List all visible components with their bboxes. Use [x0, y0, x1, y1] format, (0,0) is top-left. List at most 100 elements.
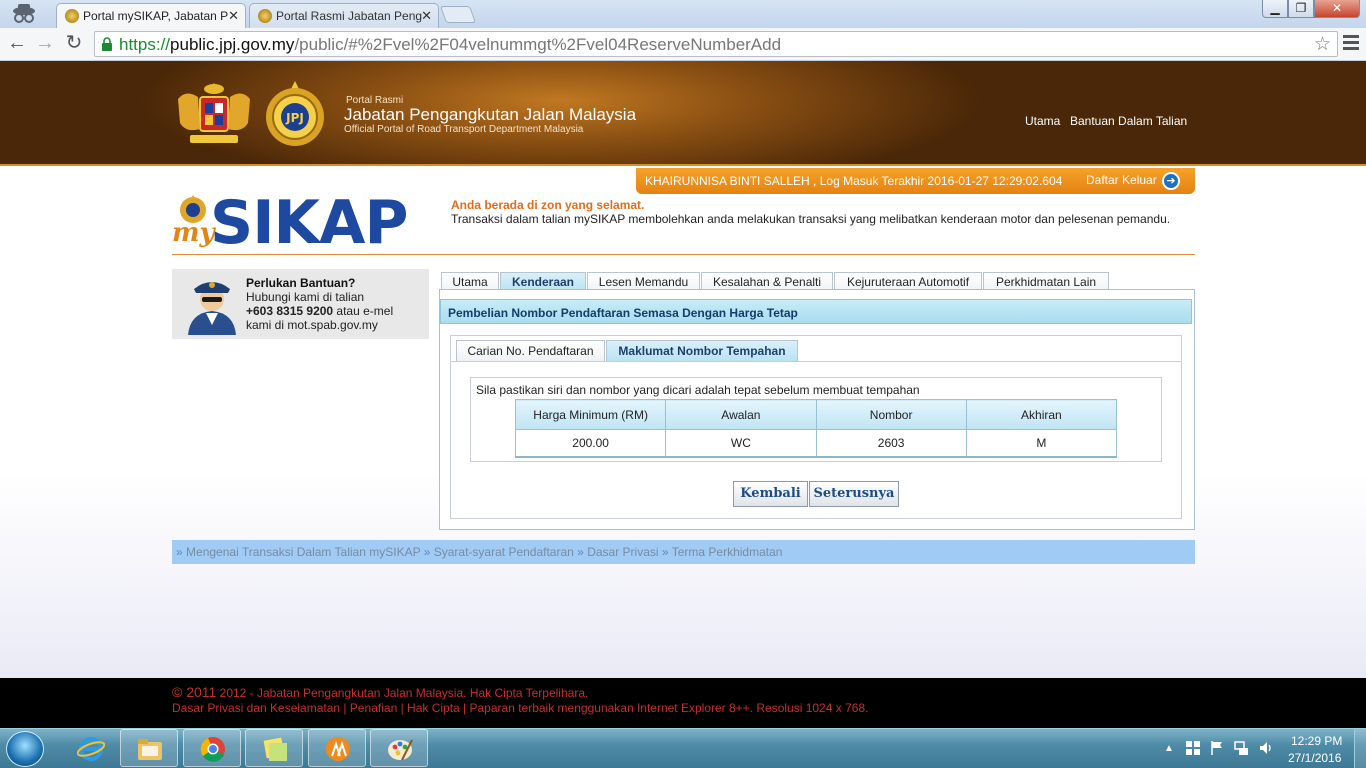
site-header: JPJ Portal Rasmi Jabatan Pengangkutan Ja…: [0, 61, 1366, 166]
tab-title: Portal mySIKAP, Jabatan P: [83, 9, 229, 23]
logout-link[interactable]: Daftar Keluar: [1086, 173, 1157, 187]
url-text: https://public.jpj.gov.my/public/#%2Fvel…: [119, 35, 781, 55]
browser-tabstrip: Portal mySIKAP, Jabatan P ✕ Portal Rasmi…: [0, 0, 1366, 28]
back-button[interactable]: ←: [5, 32, 29, 56]
browser-tab-mysikap[interactable]: Portal mySIKAP, Jabatan P ✕: [56, 3, 246, 28]
footer-link-syarat[interactable]: Syarat-syarat Pendaftaran: [434, 545, 574, 559]
help-line-2-suffix: atau e-mel: [333, 304, 394, 318]
logo-sikap-text: SIKAP: [210, 188, 408, 258]
secure-zone-text: Transaksi dalam talian mySIKAP membolehk…: [451, 212, 1171, 226]
footer-sep: »: [577, 545, 584, 559]
svg-text:JPJ: JPJ: [285, 111, 304, 125]
mysikap-logo: my SIKAP: [172, 188, 408, 258]
show-desktop-button[interactable]: [1354, 729, 1366, 768]
close-window-button[interactable]: ✕: [1314, 0, 1360, 18]
footer-sep: »: [423, 545, 431, 559]
header-link-bantuan[interactable]: Bantuan Dalam Talian: [1070, 114, 1187, 128]
copyright-line-2: Dasar Privasi dan Keselamatan | Penafian…: [172, 701, 869, 715]
file-explorer-icon: [138, 739, 162, 760]
taskbar-ie[interactable]: [61, 729, 119, 767]
subtab-maklumat-tempahan[interactable]: Maklumat Nombor Tempahan: [606, 340, 798, 362]
help-phone: +603 8315 9200: [246, 304, 334, 318]
url-scheme: https://: [119, 35, 171, 54]
minimize-button[interactable]: ▁: [1262, 0, 1288, 18]
action-center-flag-icon[interactable]: [1209, 740, 1225, 756]
confirm-text: Sila pastikan siri dan nombor yang dicar…: [476, 383, 920, 397]
copyright-line-1: © 2011 2012 - Jabatan Pengangkutan Jalan…: [172, 684, 588, 700]
tray-windows-icon[interactable]: [1185, 740, 1201, 756]
table-header-row: Harga Minimum (RM) Awalan Nombor Akhiran: [514, 399, 1118, 430]
help-line-3: kami di mot.spab.gov.my: [246, 318, 378, 332]
footer-link-privasi[interactable]: Dasar Privasi: [587, 545, 658, 559]
orange-app-icon: [326, 737, 350, 761]
col-akhiran: Akhiran: [965, 399, 1118, 430]
chrome-icon: [200, 737, 225, 762]
browser-tab-portal-rasmi[interactable]: Portal Rasmi Jabatan Peng ✕: [249, 3, 439, 28]
secure-zone-title: Anda berada di zon yang selamat.: [451, 198, 645, 212]
logout-arrow-icon[interactable]: ➔: [1162, 172, 1180, 190]
clock-time[interactable]: 12:29 PM: [1291, 734, 1342, 748]
jpj-favicon-icon: [65, 9, 79, 23]
subtab-carian[interactable]: Carian No. Pendaftaran: [456, 340, 605, 362]
header-divider: [172, 254, 1195, 255]
portal-title: Jabatan Pengangkutan Jalan Malaysia: [344, 105, 637, 124]
windows-start-button[interactable]: [6, 731, 44, 767]
cell-nombor: 2603: [815, 429, 967, 458]
logo-my-text: my: [172, 218, 215, 248]
url-host: public.jpj.gov.my: [170, 35, 295, 54]
taskbar-explorer[interactable]: [120, 729, 178, 767]
cell-harga: 200.00: [514, 429, 667, 458]
cell-akhiran: M: [965, 429, 1118, 458]
taskbar-chrome[interactable]: [183, 729, 241, 767]
cell-awalan: WC: [665, 429, 817, 458]
footer-link-mengenai[interactable]: Mengenai Transaksi Dalam Talian mySIKAP: [186, 545, 420, 559]
new-tab-button[interactable]: [439, 6, 477, 23]
header-link-utama[interactable]: Utama: [1025, 114, 1060, 128]
paint-icon: [388, 739, 413, 761]
jpj-crest-icon: JPJ: [266, 81, 324, 146]
browser-toolbar: ← → ↻ https://public.jpj.gov.my/public/#…: [0, 28, 1366, 61]
copyright-text: 2012 - Jabatan Pengangkutan Jalan Malays…: [216, 686, 589, 700]
taskbar-paint[interactable]: [370, 729, 428, 767]
copyright-year: © 2011: [172, 684, 217, 700]
network-icon[interactable]: [1233, 740, 1249, 756]
help-line-1: Hubungi kami di talian: [246, 290, 365, 304]
address-bar[interactable]: https://public.jpj.gov.my/public/#%2Fvel…: [94, 31, 1338, 57]
help-line-2: +603 8315 9200 atau e-mel: [246, 304, 393, 318]
subtab-divider: [451, 361, 1181, 362]
sticky-notes-icon: [263, 737, 287, 761]
col-awalan: Awalan: [665, 399, 817, 430]
jpj-favicon-icon: [258, 9, 272, 23]
tray-overflow-icon[interactable]: ▲: [1164, 743, 1174, 754]
user-session-info: KHAIRUNNISA BINTI SALLEH , Log Masuk Ter…: [645, 174, 1063, 188]
reload-button[interactable]: ↻: [62, 32, 86, 56]
footer-link-terma[interactable]: Terma Perkhidmatan: [672, 545, 783, 559]
close-tab-icon[interactable]: ✕: [228, 8, 239, 24]
tab-title: Portal Rasmi Jabatan Peng: [276, 9, 423, 23]
browser-menu-icon[interactable]: [1343, 35, 1359, 53]
col-harga-minimum: Harga Minimum (RM): [514, 399, 667, 430]
lock-icon: [102, 37, 112, 51]
panel-title: Pembelian Nombor Pendaftaran Semasa Deng…: [440, 299, 1192, 324]
url-path: /public/#%2Fvel%2F04velnummgt%2Fvel04Res…: [294, 35, 782, 54]
bookmark-star-icon[interactable]: ☆: [1314, 33, 1331, 56]
close-tab-icon[interactable]: ✕: [421, 8, 432, 24]
footer-links-bar: » Mengenai Transaksi Dalam Talian mySIKA…: [172, 540, 1195, 564]
incognito-icon: [13, 4, 35, 23]
taskbar-app-orange[interactable]: [308, 729, 366, 767]
help-box: Perlukan Bantuan? Hubungi kami di talian…: [172, 269, 429, 339]
clock-date[interactable]: 27/1/2016: [1288, 751, 1341, 765]
malaysia-coat-of-arms-icon: [178, 83, 250, 143]
kembali-button[interactable]: Kembali: [733, 481, 808, 507]
portal-subtitle: Official Portal of Road Transport Depart…: [344, 124, 584, 135]
maximize-button[interactable]: ❐: [1288, 0, 1314, 18]
table-row: 200.00 WC 2603 M: [514, 429, 1118, 458]
footer-sep: »: [176, 545, 183, 559]
taskbar-sticky-notes[interactable]: [245, 729, 303, 767]
footer-sep: »: [661, 545, 669, 559]
seterusnya-button[interactable]: Seterusnya: [809, 481, 899, 507]
forward-button[interactable]: →: [33, 32, 57, 56]
volume-icon[interactable]: [1258, 740, 1274, 756]
col-nombor: Nombor: [815, 399, 967, 430]
officer-avatar-icon: [188, 282, 236, 335]
